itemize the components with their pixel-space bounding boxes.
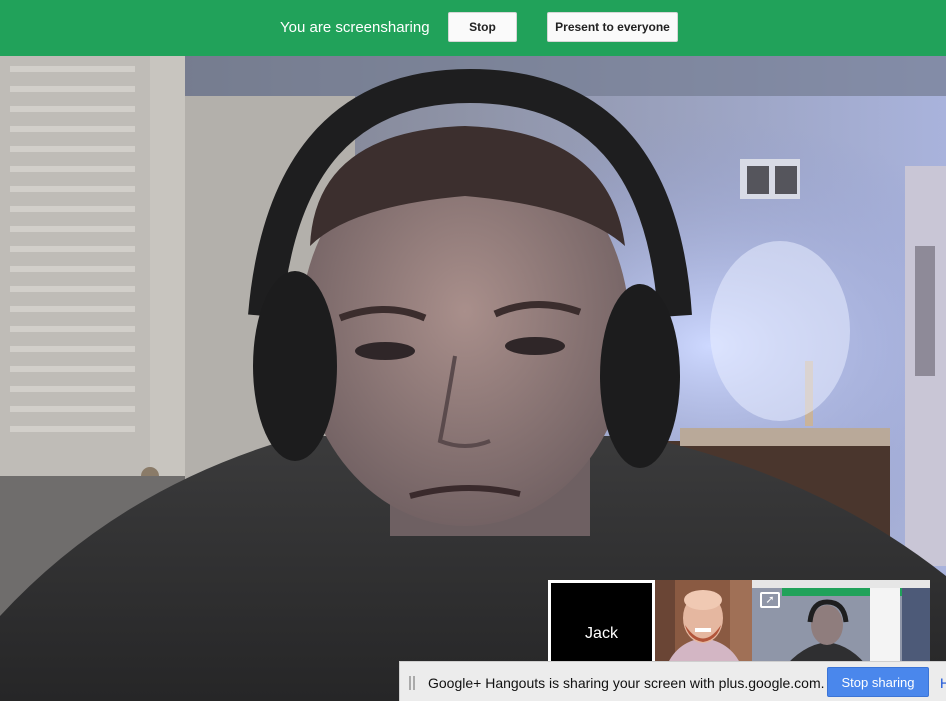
participant-name: Jack — [585, 625, 618, 642]
screen-sharing-notification-bar: Google+ Hangouts is sharing your screen … — [399, 661, 946, 701]
stop-sharing-button[interactable]: Stop sharing — [827, 667, 929, 697]
stop-button[interactable]: Stop — [448, 12, 517, 42]
screenshare-banner: You are screensharing Stop Present to ev… — [0, 0, 946, 56]
hide-link[interactable]: H — [940, 675, 946, 691]
participant-thumbnail-jack[interactable]: Jack — [548, 580, 655, 670]
sharing-message: Google+ Hangouts is sharing your screen … — [428, 675, 825, 691]
participant-thumbnail-video[interactable] — [655, 580, 752, 670]
present-to-everyone-button[interactable]: Present to everyone — [547, 12, 678, 42]
participant-thumbnail-screenshare[interactable]: ➚ — [752, 580, 930, 670]
share-screen-icon: ➚ — [760, 592, 780, 608]
hangouts-window: You are screensharing Stop Present to ev… — [0, 0, 946, 701]
screensharing-status-text: You are screensharing — [280, 19, 430, 36]
participant-filmstrip: Jack ➚ — [548, 580, 930, 670]
drag-handle-icon[interactable] — [409, 676, 415, 690]
